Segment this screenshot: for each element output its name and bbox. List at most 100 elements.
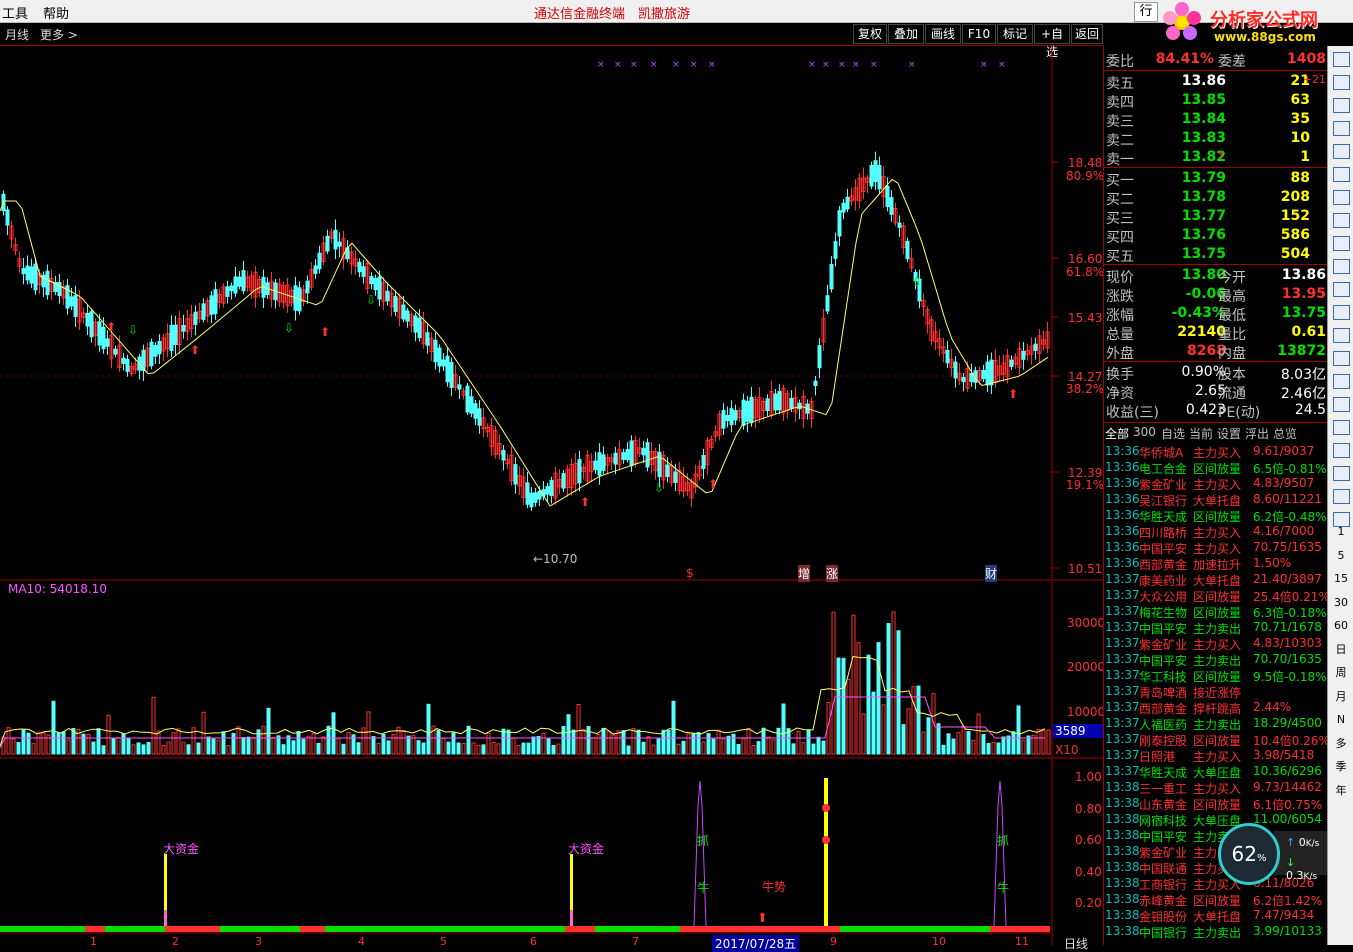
back-button[interactable]: 返回 <box>1071 24 1103 44</box>
sidebar-tool-icon[interactable] <box>1333 144 1350 159</box>
tick-row[interactable]: 13:37 刚泰控股 区间放量 10.4倍0.26% <box>1105 732 1330 748</box>
sell-row[interactable]: 卖三 13.84 35 <box>1104 111 1328 130</box>
tab-4[interactable]: 设置 <box>1217 425 1241 442</box>
volume-bar <box>921 731 926 755</box>
tab-5[interactable]: 浮出 <box>1245 425 1269 442</box>
dazijin-label: 大资金 <box>163 842 200 856</box>
sell-row[interactable]: 卖四 13.85 63 <box>1104 92 1328 111</box>
tab-0[interactable]: 全部 <box>1105 425 1129 442</box>
sidebar-tool-icon[interactable] <box>1333 98 1350 113</box>
overlay-button[interactable]: 叠加 <box>888 24 924 44</box>
tick-row[interactable]: 13:37 中国平安 主力卖出 70.71/1678 <box>1105 620 1328 636</box>
buy-row[interactable]: 买二 13.78 208 <box>1104 189 1328 208</box>
buy-row[interactable]: 买四 13.76 586 <box>1104 227 1328 246</box>
sell-row[interactable]: 卖二 13.83 10 <box>1104 130 1328 149</box>
add-watchlist-button[interactable]: +自选 <box>1034 24 1070 59</box>
sidebar-tool-icon[interactable] <box>1333 489 1350 504</box>
tick-row[interactable]: 13:37 紫金矿业 主力买入 4.83/10303 <box>1105 636 1328 652</box>
tick-row[interactable]: 13:36 吴江银行 大单托盘 8.60/11221 <box>1105 492 1328 508</box>
tab-6[interactable]: 总览 <box>1273 425 1297 442</box>
buy-arrow-icon: ⬆ <box>320 325 330 339</box>
tick-row[interactable]: 13:36 西部黄金 加速拉升 1.50% <box>1105 556 1328 572</box>
stat-label: 最低 <box>1218 308 1246 324</box>
sidebar-period[interactable]: 1 <box>1332 523 1350 541</box>
tick-row[interactable]: 13:37 西部黄金 撑杆跳高 2.44% <box>1105 700 1328 716</box>
sidebar-period[interactable]: 日 <box>1332 641 1350 659</box>
chart-canvas[interactable]: ⬆⬆⬆⬆⬆⬆⇩⇩⇩⇩⇩×××××××××××××××⬆1234567891011 <box>0 46 1103 945</box>
sidebar-period[interactable]: 60 <box>1332 617 1350 635</box>
sidebar-tool-icon[interactable] <box>1333 374 1350 389</box>
tick-row[interactable]: 13:38 三一重工 主力买入 9.73/14462 <box>1105 780 1328 796</box>
buy-row[interactable]: 买三 13.77 152 <box>1104 208 1328 227</box>
more-button[interactable]: 更多 > <box>40 26 78 43</box>
trend-strip <box>595 926 680 932</box>
sidebar-tool-icon[interactable] <box>1333 236 1350 251</box>
sidebar-period[interactable]: 5 <box>1332 547 1350 565</box>
buy-row[interactable]: 买五 13.75 504 <box>1104 246 1328 265</box>
sidebar-tool-icon[interactable] <box>1333 466 1350 481</box>
tick-row[interactable]: 13:36 四川路桥 主力买入 4.16/7000 <box>1105 524 1328 540</box>
sell-row[interactable]: 卖一 13.82 1 ↑ <box>1104 149 1328 168</box>
sidebar-tool-icon[interactable] <box>1333 305 1350 320</box>
sidebar-period[interactable]: 15 <box>1332 570 1350 588</box>
tick-row[interactable]: 13:37 大众公用 区间放量 25.4倍0.21% <box>1105 588 1330 604</box>
sell-row[interactable]: 卖五 13.86 21 +21 <box>1104 73 1328 92</box>
tick-row[interactable]: 13:37 华工科技 区间放量 9.5倍-0.18% <box>1105 668 1328 684</box>
period-selector[interactable]: 月线 <box>5 26 29 43</box>
tab-2[interactable]: 自选 <box>1161 425 1185 442</box>
sidebar-tool-icon[interactable] <box>1333 351 1350 366</box>
volume-bar <box>516 744 521 755</box>
tick-row[interactable]: 13:36 中国平安 主力买入 70.75/1635 <box>1105 540 1328 556</box>
tick-row[interactable]: 13:38 金钼股份 大单托盘 7.47/9434 <box>1105 908 1328 924</box>
kline-chart[interactable]: ⬆⬆⬆⬆⬆⬆⇩⇩⇩⇩⇩×××××××××××××××⬆1234567891011… <box>0 46 1105 952</box>
menu-tools[interactable]: 工具 <box>2 3 28 22</box>
download-arrow-icon: ↓ <box>1286 856 1296 869</box>
sidebar-tool-icon[interactable] <box>1333 167 1350 182</box>
sidebar-period[interactable]: 季 <box>1332 758 1350 776</box>
fund-label: PE(动) <box>1218 405 1261 421</box>
sidebar-tool-icon[interactable] <box>1333 397 1350 412</box>
tick-row[interactable]: 13:37 康美药业 大单托盘 21.40/3897 <box>1105 572 1328 588</box>
tick-row[interactable]: 13:36 电工合金 区间放量 6.5倍-0.81% <box>1105 460 1328 476</box>
tick-row[interactable]: 13:37 梅花生物 区间放量 6.3倍-0.18% <box>1105 604 1328 620</box>
tab-1[interactable]: 300 <box>1133 425 1156 439</box>
sidebar-tool-icon[interactable] <box>1333 190 1350 205</box>
sidebar-tool-icon[interactable] <box>1333 282 1350 297</box>
fuquan-button[interactable]: 复权 <box>853 24 887 44</box>
volume-bar <box>831 611 836 755</box>
f10-button[interactable]: F10 <box>962 24 996 44</box>
sidebar-period[interactable]: 周 <box>1332 664 1350 682</box>
tick-row[interactable]: 13:38 山东黄金 区间放量 6.1倍0.75% <box>1105 796 1328 812</box>
tick-row[interactable]: 13:37 日照港 主力买入 3.98/5418 <box>1105 748 1328 764</box>
buy-row[interactable]: 买一 13.79 88 <box>1104 170 1328 189</box>
sidebar-period[interactable]: 30 <box>1332 594 1350 612</box>
tick-row[interactable]: 13:36 华胜天成 区间放量 6.2倍-0.48% <box>1105 508 1328 524</box>
tick-row[interactable]: 13:37 中国平安 主力卖出 70.70/1635 <box>1105 652 1328 668</box>
sidebar-period[interactable]: N <box>1332 711 1350 729</box>
volume-bar <box>91 741 96 755</box>
sidebar-tool-icon[interactable] <box>1333 75 1350 90</box>
tick-row[interactable]: 13:37 人福医药 主力卖出 18.29/4500 <box>1105 716 1328 732</box>
tick-row[interactable]: 13:37 华胜天成 大单压盘 10.36/6296 <box>1105 764 1328 780</box>
sidebar-period[interactable]: 年 <box>1332 782 1350 800</box>
sidebar-period[interactable]: 多 <box>1332 735 1350 753</box>
tick-row[interactable]: 13:38 赤峰黄金 区间放量 6.2倍1.42% <box>1105 892 1328 908</box>
tab-3[interactable]: 当前 <box>1189 425 1213 442</box>
sidebar-tool-icon[interactable] <box>1333 52 1350 67</box>
volume-bar <box>751 745 756 755</box>
sidebar-tool-icon[interactable] <box>1333 443 1350 458</box>
sidebar-tool-icon[interactable] <box>1333 259 1350 274</box>
menu-help[interactable]: 帮助 <box>43 3 69 22</box>
sidebar-period[interactable]: 月 <box>1332 688 1350 706</box>
tick-row[interactable]: 13:36 紫金矿业 主力买入 4.83/9507 <box>1105 476 1328 492</box>
draw-line-button[interactable]: 画线 <box>925 24 961 44</box>
mark-button[interactable]: 标记 <box>997 24 1033 44</box>
sidebar-tool-icon[interactable] <box>1333 420 1350 435</box>
tick-row[interactable]: 13:37 青岛啤酒 接近涨停 <box>1105 684 1328 700</box>
sidebar-tool-icon[interactable] <box>1333 328 1350 343</box>
sidebar-tool-icon[interactable] <box>1333 121 1350 136</box>
trade-button[interactable]: 行 <box>1134 2 1158 22</box>
tick-row[interactable]: 13:38 中国银行 主力卖出 3.99/10133 <box>1105 924 1328 940</box>
tick-row[interactable]: 13:36 华侨城A 主力买入 9.61/9037 <box>1105 444 1328 460</box>
sidebar-tool-icon[interactable] <box>1333 213 1350 228</box>
